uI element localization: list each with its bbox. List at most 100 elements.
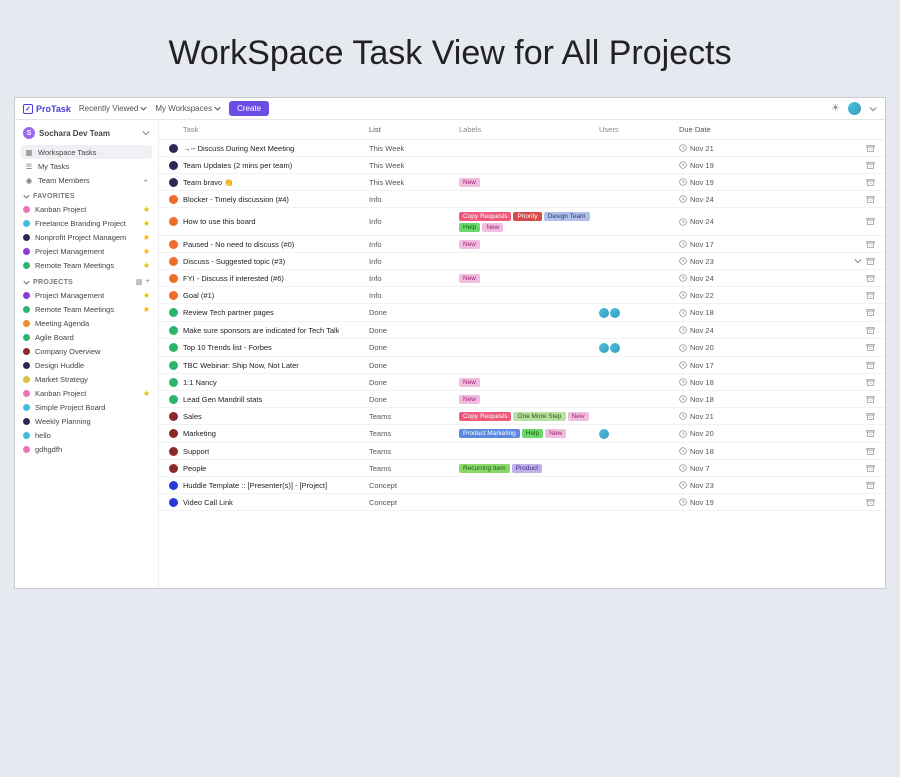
star-icon[interactable]: ★ — [143, 305, 150, 314]
task-due-date[interactable]: Nov 24 — [679, 195, 851, 204]
column-header-users[interactable]: Users — [599, 125, 679, 134]
task-status-dot[interactable] — [169, 429, 178, 438]
task-due-date[interactable]: Nov 22 — [679, 291, 851, 300]
task-due-date[interactable]: Nov 24 — [679, 274, 851, 283]
sidebar-favorite-item[interactable]: Nonprofit Project Managem ★ — [21, 230, 152, 244]
task-label[interactable]: Copy Requests — [459, 412, 511, 421]
task-status-dot[interactable] — [169, 178, 178, 187]
sidebar-project-item[interactable]: Company Overview — [21, 344, 152, 358]
sidebar-project-item[interactable]: Weekly Planning — [21, 414, 152, 428]
task-due-date[interactable]: Nov 18 — [679, 395, 851, 404]
sidebar-project-item[interactable]: Agile Board — [21, 330, 152, 344]
archive-icon[interactable] — [866, 361, 875, 370]
team-switcher[interactable]: S Sochara Dev Team — [21, 124, 152, 145]
task-due-date[interactable]: Nov 21 — [679, 144, 851, 153]
archive-icon[interactable] — [866, 291, 875, 300]
task-label[interactable]: One More Step — [513, 412, 565, 421]
my-workspaces-dropdown[interactable]: My Workspaces — [155, 104, 221, 113]
task-due-date[interactable]: Nov 24 — [679, 326, 851, 335]
recently-viewed-dropdown[interactable]: Recently Viewed — [79, 104, 147, 113]
sidebar-favorite-item[interactable]: Project Management ★ — [21, 244, 152, 258]
star-icon[interactable]: ★ — [143, 261, 150, 270]
task-row[interactable]: Blocker - Timely discussion (#4) Info No… — [159, 191, 885, 208]
task-row[interactable]: Lead Gen Mandrill stats Done New Nov 18 — [159, 391, 885, 408]
task-row[interactable]: 1:1 Nancy Done New Nov 18 — [159, 374, 885, 391]
task-due-date[interactable]: Nov 19 — [679, 161, 851, 170]
task-label[interactable]: Copy Requests — [459, 212, 511, 221]
sidebar-favorite-item[interactable]: Kanban Project ★ — [21, 202, 152, 216]
archive-icon[interactable] — [866, 343, 875, 352]
assignee-avatar[interactable] — [610, 343, 620, 353]
theme-toggle-icon[interactable]: ☀ — [831, 103, 840, 114]
task-due-date[interactable]: Nov 18 — [679, 378, 851, 387]
task-label[interactable]: New — [459, 178, 480, 187]
task-row[interactable]: Discuss - Suggested topic (#3) Info Nov … — [159, 253, 885, 270]
archive-icon[interactable] — [866, 240, 875, 249]
column-header-list[interactable]: List — [369, 125, 459, 134]
task-row[interactable]: Make sure sponsors are indicated for Tec… — [159, 322, 885, 339]
chevron-down-icon[interactable] — [869, 105, 877, 113]
star-icon[interactable]: ★ — [143, 247, 150, 256]
task-due-date[interactable]: Nov 18 — [679, 447, 851, 456]
task-row[interactable]: Team bravo 👏 This Week New Nov 19 — [159, 174, 885, 191]
plus-icon[interactable]: + — [144, 176, 148, 185]
task-status-dot[interactable] — [169, 274, 178, 283]
task-status-dot[interactable] — [169, 291, 178, 300]
column-header-due[interactable]: Due Date — [679, 125, 851, 134]
sidebar-project-item[interactable]: hello — [21, 428, 152, 442]
task-due-date[interactable]: Nov 17 — [679, 361, 851, 370]
archive-icon[interactable] — [866, 447, 875, 456]
archive-icon[interactable] — [866, 217, 875, 226]
star-icon[interactable]: ★ — [143, 291, 150, 300]
sidebar-project-item[interactable]: Simple Project Board — [21, 400, 152, 414]
sidebar-project-item[interactable]: gdhgdfh — [21, 442, 152, 456]
task-status-dot[interactable] — [169, 412, 178, 421]
assignee-avatar[interactable] — [599, 343, 609, 353]
sidebar-favorite-item[interactable]: Remote Team Meetings ★ — [21, 258, 152, 272]
archive-icon[interactable] — [866, 326, 875, 335]
plus-icon[interactable]: + — [146, 278, 150, 286]
archive-icon[interactable] — [866, 378, 875, 387]
task-due-date[interactable]: Nov 19 — [679, 498, 851, 507]
task-label[interactable]: Product Marketing — [459, 429, 520, 438]
task-row[interactable]: →-- Discuss During Next Meeting This Wee… — [159, 140, 885, 157]
task-due-date[interactable]: Nov 23 — [679, 257, 851, 266]
task-label[interactable]: New — [482, 223, 503, 232]
task-row[interactable]: Support Teams Nov 18 — [159, 443, 885, 460]
column-header-labels[interactable]: Labels — [459, 125, 599, 134]
task-label[interactable]: Recurring Item — [459, 464, 510, 473]
task-status-dot[interactable] — [169, 378, 178, 387]
board-icon[interactable]: ▥ — [136, 278, 143, 286]
logo[interactable]: ✓ ProTask — [23, 104, 71, 114]
assignee-avatar[interactable] — [599, 308, 609, 318]
task-row[interactable]: TBC Webinar: Ship Now, Not Later Done No… — [159, 357, 885, 374]
task-row[interactable]: How to use this board Info Copy Requests… — [159, 208, 885, 236]
task-due-date[interactable]: Nov 18 — [679, 308, 851, 317]
task-label[interactable]: New — [459, 274, 480, 283]
archive-icon[interactable] — [866, 257, 875, 266]
column-header-task[interactable]: Task — [169, 125, 369, 134]
task-label[interactable]: Priority — [513, 212, 541, 221]
archive-icon[interactable] — [866, 429, 875, 438]
task-row[interactable]: Review Tech partner pages Done Nov 18 — [159, 304, 885, 322]
task-label[interactable]: Help — [522, 429, 543, 438]
archive-icon[interactable] — [866, 464, 875, 473]
sidebar-favorite-item[interactable]: Freelance Branding Project ★ — [21, 216, 152, 230]
task-label[interactable]: Help — [459, 223, 480, 232]
chevron-down-icon[interactable] — [854, 257, 862, 265]
task-row[interactable]: Team Updates (2 mins per team) This Week… — [159, 157, 885, 174]
archive-icon[interactable] — [866, 308, 875, 317]
task-due-date[interactable]: Nov 24 — [679, 217, 851, 226]
task-status-dot[interactable] — [169, 257, 178, 266]
task-row[interactable]: Video Call Link Concept Nov 19 — [159, 494, 885, 511]
task-status-dot[interactable] — [169, 447, 178, 456]
star-icon[interactable]: ★ — [143, 219, 150, 228]
task-label[interactable]: New — [459, 378, 480, 387]
archive-icon[interactable] — [866, 161, 875, 170]
task-due-date[interactable]: Nov 20 — [679, 429, 851, 438]
task-status-dot[interactable] — [169, 395, 178, 404]
task-status-dot[interactable] — [169, 498, 178, 507]
task-status-dot[interactable] — [169, 343, 178, 352]
task-due-date[interactable]: Nov 23 — [679, 481, 851, 490]
task-status-dot[interactable] — [169, 481, 178, 490]
